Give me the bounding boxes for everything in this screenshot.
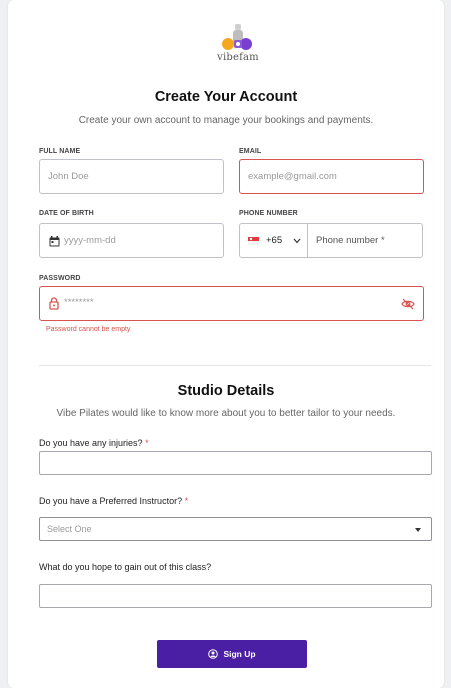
full-name-input[interactable]: John Doe <box>39 159 224 194</box>
password-label: PASSWORD <box>39 275 81 282</box>
email-input[interactable]: example@gmail.com <box>239 159 424 194</box>
caret-down-icon <box>415 528 421 532</box>
page-title: Create Your Account <box>154 89 298 105</box>
dob-label: DATE OF BIRTH <box>39 210 94 217</box>
singapore-flag-icon <box>248 237 259 245</box>
required-marker: * <box>184 496 189 506</box>
password-input[interactable]: ******** <box>39 286 424 321</box>
full-name-label: FULL NAME <box>39 148 81 155</box>
phone-label: PHONE NUMBER <box>239 210 298 217</box>
calendar-icon[interactable] <box>49 236 60 247</box>
phone-number-input[interactable]: Phone number * <box>307 223 423 258</box>
injuries-label: Do you have any injuries? * <box>39 438 149 448</box>
eye-off-icon[interactable] <box>401 298 415 310</box>
user-circle-icon <box>208 649 219 659</box>
chevron-down-icon <box>293 238 301 244</box>
password-placeholder: ******** <box>64 297 94 308</box>
page-subtitle: Create your own account to manage your b… <box>78 115 374 126</box>
dob-input[interactable]: yyyy-mm-dd <box>39 223 224 258</box>
studio-title: Studio Details <box>177 383 275 399</box>
email-label: EMAIL <box>239 148 262 155</box>
phone-placeholder: Phone number * <box>316 235 385 246</box>
section-divider <box>39 365 431 366</box>
signup-card: vibefam Create Your Account Create your … <box>8 0 444 688</box>
email-placeholder: example@gmail.com <box>248 171 337 182</box>
goals-input[interactable] <box>39 584 432 608</box>
required-marker: * <box>145 438 149 448</box>
password-error: Password cannot be empty <box>46 326 131 333</box>
sign-up-label: Sign Up <box>223 649 256 659</box>
full-name-placeholder: John Doe <box>48 171 89 182</box>
country-code-select[interactable]: +65 <box>239 223 308 258</box>
instructor-selected-value: Select One <box>47 524 92 534</box>
instructor-select[interactable]: Select One <box>39 517 432 541</box>
brand-name: vibefam <box>217 52 259 63</box>
injuries-input[interactable] <box>39 451 432 475</box>
studio-subtitle: Vibe Pilates would like to know more abo… <box>56 408 396 419</box>
country-code: +65 <box>266 235 283 246</box>
lock-icon <box>49 297 59 310</box>
dob-placeholder: yyyy-mm-dd <box>64 235 116 246</box>
sign-up-button[interactable]: Sign Up <box>157 640 307 668</box>
goals-label: What do you hope to gain out of this cla… <box>39 562 212 572</box>
instructor-label: Do you have a Preferred Instructor? * <box>39 496 189 506</box>
